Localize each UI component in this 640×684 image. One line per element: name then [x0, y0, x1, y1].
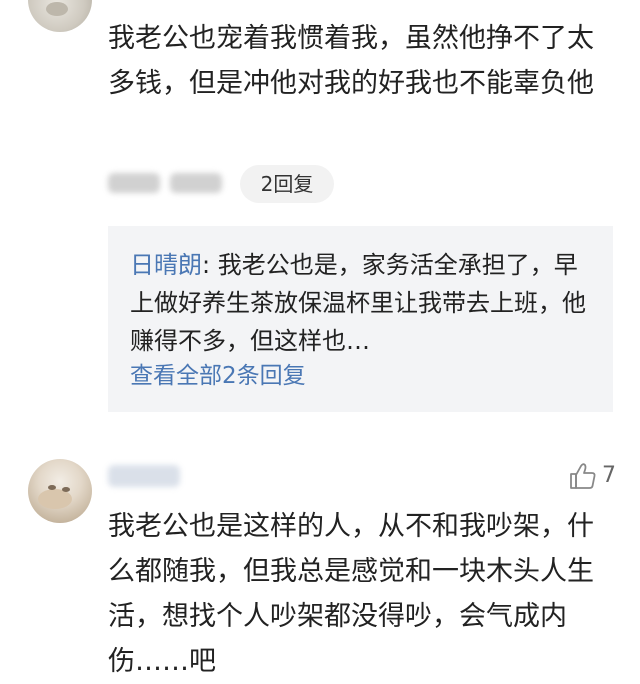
like-button[interactable]: 7: [568, 460, 616, 492]
reply-separator: :: [202, 251, 218, 279]
reply-author-name[interactable]: 日晴朗: [130, 251, 202, 279]
commenter-avatar[interactable]: [28, 459, 92, 523]
reply-count-button[interactable]: 2回复: [240, 165, 334, 203]
like-count: 7: [602, 463, 616, 488]
blurred-meta: [108, 173, 160, 193]
comment-text: 我老公也是这样的人，从不和我吵架，什么都随我，但我总是感觉和一块木头人生活，想找…: [108, 511, 594, 677]
blurred-meta: [170, 173, 222, 193]
comment-text: 我老公也宠着我惯着我，虽然他挣不了太多钱，但是冲他对我的好我也不能辜负他: [108, 23, 594, 99]
commenter-avatar[interactable]: [28, 0, 92, 32]
reply-preview-box: 日晴朗: 我老公也是，家务活全承担了，早上做好养生茶放保温杯里让我带去上班，他赚…: [108, 226, 613, 412]
view-all-replies-link[interactable]: 查看全部2条回复: [130, 359, 306, 393]
blurred-username: [108, 465, 180, 487]
thumbs-up-icon: [570, 463, 596, 489]
reply-preview-text: 日晴朗: 我老公也是，家务活全承担了，早上做好养生茶放保温杯里让我带去上班，他赚…: [130, 246, 595, 360]
